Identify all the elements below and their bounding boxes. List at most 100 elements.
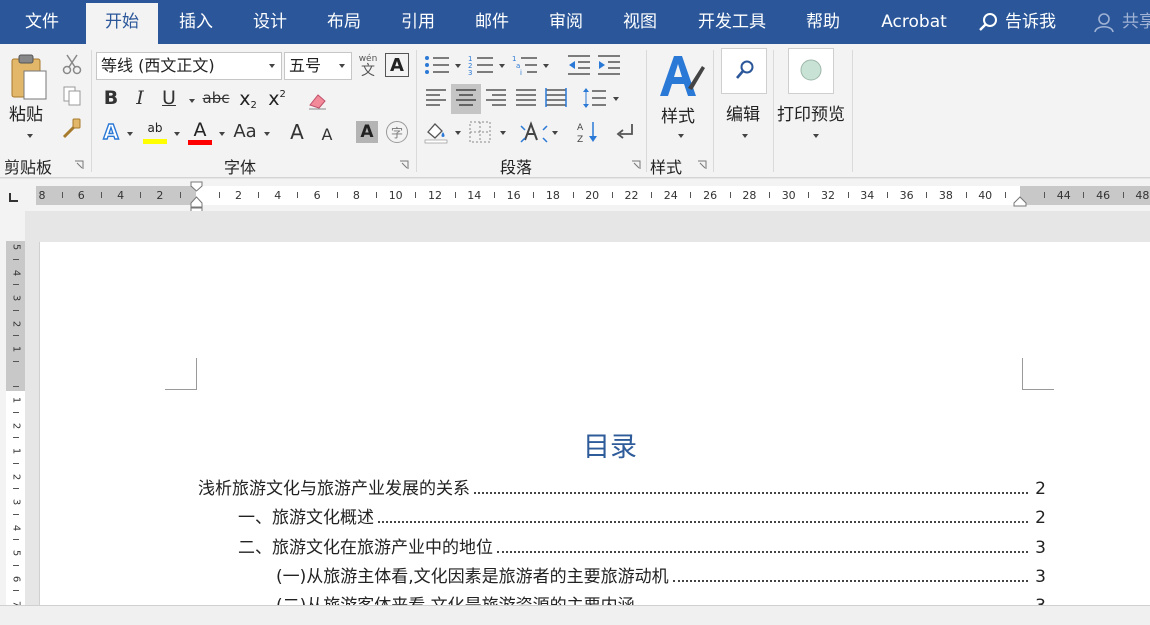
copy-icon[interactable] bbox=[60, 84, 84, 108]
highlight-button[interactable]: ab bbox=[141, 118, 169, 146]
paste-label[interactable]: 粘贴 bbox=[9, 100, 43, 125]
toc-title[interactable]: 目录 bbox=[40, 425, 1150, 464]
distributed-icon[interactable] bbox=[544, 86, 568, 110]
tab-mailings[interactable]: 邮件 bbox=[472, 0, 512, 44]
borders-dropdown-icon[interactable] bbox=[500, 131, 506, 135]
bold-button[interactable]: B bbox=[100, 86, 122, 110]
highlight-dropdown-icon[interactable] bbox=[174, 132, 180, 136]
justify-icon[interactable] bbox=[514, 86, 538, 110]
document-page[interactable]: 目录 浅析旅游文化与旅游产业发展的关系 2 一、旅游文化概述 2 二、旅游文化在旅游产业… bbox=[39, 242, 1150, 616]
font-color-button[interactable]: A bbox=[186, 118, 214, 146]
text-effect-button[interactable]: A bbox=[100, 119, 122, 144]
font-color-dropdown-icon[interactable] bbox=[219, 132, 225, 136]
italic-button[interactable]: I bbox=[129, 86, 151, 110]
ruler-tick bbox=[572, 192, 574, 198]
tab-view[interactable]: 视图 bbox=[620, 0, 660, 44]
show-marks-icon[interactable] bbox=[614, 120, 638, 144]
align-right-icon[interactable] bbox=[484, 86, 508, 110]
bullets-dropdown-icon[interactable] bbox=[455, 64, 461, 68]
sort-icon[interactable]: AZ bbox=[576, 120, 600, 144]
styles-dropdown-icon[interactable] bbox=[678, 134, 684, 138]
chevron-down-icon[interactable] bbox=[269, 64, 275, 68]
character-border-button[interactable]: A bbox=[385, 53, 409, 77]
tab-file[interactable]: 文件 bbox=[22, 0, 62, 44]
ruler-tick bbox=[690, 192, 692, 198]
print-preview-icon[interactable] bbox=[799, 58, 823, 82]
multilevel-list-icon[interactable]: 1ai bbox=[512, 53, 538, 77]
tab-insert[interactable]: 插入 bbox=[176, 0, 216, 44]
vertical-ruler-number: 3 bbox=[10, 498, 22, 506]
paste-dropdown-icon[interactable] bbox=[27, 134, 33, 138]
line-spacing-dropdown-icon[interactable] bbox=[613, 97, 619, 101]
shading-dropdown-icon[interactable] bbox=[455, 131, 461, 135]
tab-selector-icon[interactable] bbox=[7, 191, 19, 203]
toc-entry[interactable]: 浅析旅游文化与旅游产业发展的关系 2 bbox=[198, 473, 1046, 499]
horizontal-ruler[interactable]: 8 6 4 2 2 4 6 8 10 12 14 16 18 20 22 24 26 28 30 32 34 36 38 40… bbox=[0, 179, 1150, 216]
align-center-icon[interactable] bbox=[454, 86, 478, 110]
paragraph-launcher-icon[interactable] bbox=[631, 160, 641, 170]
right-indent-marker-icon[interactable] bbox=[1013, 195, 1027, 207]
font-size-combo[interactable]: 五号 bbox=[284, 52, 352, 80]
tab-acrobat[interactable]: Acrobat bbox=[877, 0, 951, 44]
change-case-button[interactable]: Aa bbox=[230, 120, 260, 144]
styles-label[interactable]: 样式 bbox=[661, 102, 695, 127]
multilevel-dropdown-icon[interactable] bbox=[543, 64, 549, 68]
phonetic-guide-button[interactable]: wén 文 bbox=[356, 52, 380, 80]
tab-review[interactable]: 审阅 bbox=[546, 0, 586, 44]
document-area[interactable]: 目录 浅析旅游文化与旅游产业发展的关系 2 一、旅游文化概述 2 二、旅游文化在旅游产业… bbox=[25, 211, 1150, 616]
font-launcher-icon[interactable] bbox=[399, 160, 409, 170]
print-preview-dropdown-icon[interactable] bbox=[813, 134, 819, 138]
superscript-button[interactable]: x2 bbox=[265, 86, 289, 112]
ruler-tick bbox=[258, 192, 260, 198]
line-spacing-icon[interactable] bbox=[582, 86, 608, 110]
chevron-down-icon[interactable] bbox=[339, 64, 345, 68]
format-painter-icon[interactable] bbox=[60, 116, 84, 140]
styles-launcher-icon[interactable] bbox=[697, 160, 707, 170]
numbering-icon[interactable]: 123 bbox=[468, 53, 494, 77]
tab-developer[interactable]: 开发工具 bbox=[694, 0, 770, 44]
toc-entry[interactable]: 二、旅游文化在旅游产业中的地位 3 bbox=[238, 532, 1046, 558]
asian-layout-dropdown-icon[interactable] bbox=[552, 131, 558, 135]
underline-dropdown-icon[interactable] bbox=[189, 99, 195, 103]
paste-icon[interactable] bbox=[6, 52, 50, 102]
text-effect-dropdown-icon[interactable] bbox=[127, 132, 133, 136]
numbering-dropdown-icon[interactable] bbox=[499, 64, 505, 68]
underline-button[interactable]: U bbox=[158, 86, 180, 110]
tab-home[interactable]: 开始 bbox=[86, 3, 158, 44]
change-case-dropdown-icon[interactable] bbox=[264, 132, 270, 136]
toc-entry[interactable]: (一)从旅游主体看,文化因素是旅游者的主要旅游动机 3 bbox=[276, 561, 1046, 587]
font-name-combo[interactable]: 等线 (西文正文) bbox=[96, 52, 282, 80]
search-icon[interactable] bbox=[733, 58, 757, 82]
tab-design[interactable]: 设计 bbox=[250, 0, 290, 44]
toc-entry[interactable]: 一、旅游文化概述 2 bbox=[238, 502, 1046, 528]
ruler-number: 38 bbox=[938, 189, 953, 202]
cut-icon[interactable] bbox=[60, 52, 84, 76]
align-left-icon[interactable] bbox=[424, 86, 448, 110]
bullets-icon[interactable] bbox=[424, 53, 450, 77]
clear-formatting-icon[interactable] bbox=[305, 88, 329, 112]
editing-label[interactable]: 编辑 bbox=[726, 100, 760, 125]
shrink-font-button[interactable]: A bbox=[316, 123, 338, 147]
ruler-number: 2 bbox=[235, 189, 242, 202]
tab-help[interactable]: 帮助 bbox=[803, 0, 843, 44]
styles-icon[interactable] bbox=[656, 50, 706, 100]
asian-layout-icon[interactable] bbox=[520, 120, 548, 144]
subscript-button[interactable]: x2 bbox=[236, 86, 260, 112]
decrease-indent-icon[interactable] bbox=[566, 53, 592, 77]
shading-icon[interactable] bbox=[424, 120, 450, 144]
vertical-ruler[interactable]: 54321121234567 bbox=[0, 211, 25, 617]
clipboard-launcher-icon[interactable] bbox=[74, 160, 84, 170]
ruler-tick bbox=[297, 192, 299, 198]
enclose-characters-button[interactable]: 字 bbox=[386, 121, 408, 143]
grow-font-button[interactable]: A bbox=[286, 120, 308, 144]
strikethrough-button[interactable]: abc bbox=[201, 86, 231, 110]
vertical-ruler-number: 2 bbox=[10, 320, 22, 327]
tab-layout[interactable]: 布局 bbox=[324, 0, 364, 44]
increase-indent-icon[interactable] bbox=[596, 53, 622, 77]
editing-dropdown-icon[interactable] bbox=[742, 134, 748, 138]
ruler-tick bbox=[611, 192, 613, 198]
borders-icon[interactable] bbox=[468, 120, 492, 144]
print-preview-label[interactable]: 打印预览 bbox=[777, 100, 845, 125]
character-shading-button[interactable]: A bbox=[356, 121, 378, 143]
tab-references[interactable]: 引用 bbox=[398, 0, 438, 44]
